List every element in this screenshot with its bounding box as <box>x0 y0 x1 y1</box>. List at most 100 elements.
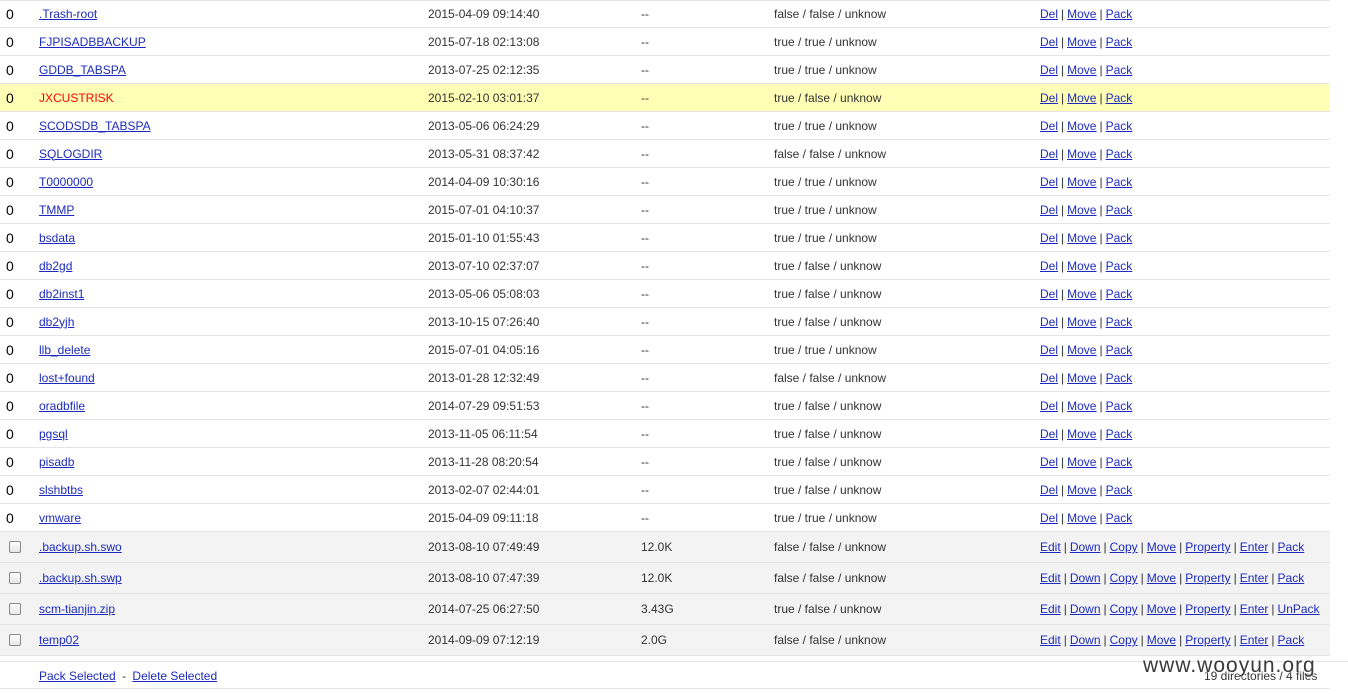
action-edit-link[interactable]: Edit <box>1040 571 1061 585</box>
action-pack-link[interactable]: Pack <box>1106 455 1133 469</box>
file-checkbox[interactable] <box>9 572 21 584</box>
action-del-link[interactable]: Del <box>1040 287 1058 301</box>
action-pack-link[interactable]: Pack <box>1106 119 1133 133</box>
action-move-link[interactable]: Move <box>1147 571 1176 585</box>
action-pack-link[interactable]: Pack <box>1106 399 1133 413</box>
action-copy-link[interactable]: Copy <box>1110 633 1138 647</box>
action-edit-link[interactable]: Edit <box>1040 602 1061 616</box>
action-move-link[interactable]: Move <box>1067 343 1096 357</box>
action-pack-link[interactable]: Pack <box>1106 7 1133 21</box>
directory-name-link[interactable]: SCODSDB_TABSPA <box>39 119 151 133</box>
directory-name-link[interactable]: FJPISADBBACKUP <box>39 35 146 49</box>
action-move-link[interactable]: Move <box>1147 540 1176 554</box>
action-del-link[interactable]: Del <box>1040 427 1058 441</box>
directory-name-link[interactable]: pgsql <box>39 427 68 441</box>
action-pack-link[interactable]: Pack <box>1278 571 1305 585</box>
action-pack-link[interactable]: Pack <box>1106 511 1133 525</box>
action-enter-link[interactable]: Enter <box>1240 571 1269 585</box>
action-enter-link[interactable]: Enter <box>1240 540 1269 554</box>
action-move-link[interactable]: Move <box>1067 63 1096 77</box>
action-pack-link[interactable]: Pack <box>1106 483 1133 497</box>
action-del-link[interactable]: Del <box>1040 63 1058 77</box>
action-move-link[interactable]: Move <box>1067 7 1096 21</box>
action-pack-link[interactable]: Pack <box>1106 231 1133 245</box>
action-property-link[interactable]: Property <box>1185 633 1230 647</box>
action-move-link[interactable]: Move <box>1067 399 1096 413</box>
file-name-link[interactable]: scm-tianjin.zip <box>39 602 115 616</box>
directory-name-link[interactable]: SQLOGDIR <box>39 147 102 161</box>
action-pack-link[interactable]: Pack <box>1278 540 1305 554</box>
directory-name-link[interactable]: db2gd <box>39 259 72 273</box>
action-del-link[interactable]: Del <box>1040 35 1058 49</box>
directory-name-link[interactable]: TMMP <box>39 203 74 217</box>
action-del-link[interactable]: Del <box>1040 147 1058 161</box>
action-del-link[interactable]: Del <box>1040 203 1058 217</box>
action-pack-link[interactable]: Pack <box>1106 259 1133 273</box>
action-pack-link[interactable]: Pack <box>1106 343 1133 357</box>
action-down-link[interactable]: Down <box>1070 571 1101 585</box>
action-pack-link[interactable]: Pack <box>1106 427 1133 441</box>
directory-name-link[interactable]: llb_delete <box>39 343 90 357</box>
action-pack-link[interactable]: Pack <box>1106 147 1133 161</box>
action-pack-link[interactable]: Pack <box>1106 287 1133 301</box>
action-pack-link[interactable]: Pack <box>1106 175 1133 189</box>
directory-name-link[interactable]: bsdata <box>39 231 75 245</box>
action-down-link[interactable]: Down <box>1070 602 1101 616</box>
action-del-link[interactable]: Del <box>1040 511 1058 525</box>
directory-name-link[interactable]: pisadb <box>39 455 74 469</box>
action-del-link[interactable]: Del <box>1040 483 1058 497</box>
action-del-link[interactable]: Del <box>1040 371 1058 385</box>
action-del-link[interactable]: Del <box>1040 343 1058 357</box>
action-move-link[interactable]: Move <box>1067 175 1096 189</box>
directory-name-link[interactable]: slshbtbs <box>39 483 83 497</box>
file-name-link[interactable]: .backup.sh.swp <box>39 571 122 585</box>
action-pack-link[interactable]: Pack <box>1106 63 1133 77</box>
directory-name-link[interactable]: vmware <box>39 511 81 525</box>
action-property-link[interactable]: Property <box>1185 571 1230 585</box>
action-enter-link[interactable]: Enter <box>1240 633 1269 647</box>
directory-name-link[interactable]: db2yjh <box>39 315 74 329</box>
action-del-link[interactable]: Del <box>1040 315 1058 329</box>
action-copy-link[interactable]: Copy <box>1110 540 1138 554</box>
action-del-link[interactable]: Del <box>1040 175 1058 189</box>
action-pack-link[interactable]: Pack <box>1106 315 1133 329</box>
directory-name-link[interactable]: JXCUSTRISK <box>39 91 114 105</box>
action-move-link[interactable]: Move <box>1067 455 1096 469</box>
action-move-link[interactable]: Move <box>1067 231 1096 245</box>
file-checkbox[interactable] <box>9 603 21 615</box>
directory-name-link[interactable]: lost+found <box>39 371 95 385</box>
action-move-link[interactable]: Move <box>1147 602 1176 616</box>
action-down-link[interactable]: Down <box>1070 633 1101 647</box>
action-move-link[interactable]: Move <box>1067 287 1096 301</box>
action-pack-link[interactable]: Pack <box>1278 633 1305 647</box>
action-move-link[interactable]: Move <box>1067 511 1096 525</box>
action-pack-link[interactable]: Pack <box>1106 371 1133 385</box>
action-del-link[interactable]: Del <box>1040 259 1058 273</box>
action-property-link[interactable]: Property <box>1185 540 1230 554</box>
directory-name-link[interactable]: GDDB_TABSPA <box>39 63 126 77</box>
action-pack-link[interactable]: Pack <box>1106 35 1133 49</box>
pack-selected-link[interactable]: Pack Selected <box>39 669 116 683</box>
action-copy-link[interactable]: Copy <box>1110 571 1138 585</box>
action-del-link[interactable]: Del <box>1040 399 1058 413</box>
file-checkbox[interactable] <box>9 634 21 646</box>
action-move-link[interactable]: Move <box>1067 35 1096 49</box>
action-down-link[interactable]: Down <box>1070 540 1101 554</box>
action-del-link[interactable]: Del <box>1040 7 1058 21</box>
action-move-link[interactable]: Move <box>1067 91 1096 105</box>
action-move-link[interactable]: Move <box>1067 315 1096 329</box>
action-move-link[interactable]: Move <box>1067 427 1096 441</box>
file-name-link[interactable]: temp02 <box>39 633 79 647</box>
file-name-link[interactable]: .backup.sh.swo <box>39 540 122 554</box>
action-pack-link[interactable]: Pack <box>1106 203 1133 217</box>
action-enter-link[interactable]: Enter <box>1240 602 1269 616</box>
action-move-link[interactable]: Move <box>1067 259 1096 273</box>
action-move-link[interactable]: Move <box>1067 483 1096 497</box>
action-del-link[interactable]: Del <box>1040 119 1058 133</box>
action-copy-link[interactable]: Copy <box>1110 602 1138 616</box>
delete-selected-link[interactable]: Delete Selected <box>132 669 217 683</box>
action-del-link[interactable]: Del <box>1040 231 1058 245</box>
directory-name-link[interactable]: T0000000 <box>39 175 93 189</box>
directory-name-link[interactable]: db2inst1 <box>39 287 84 301</box>
action-edit-link[interactable]: Edit <box>1040 633 1061 647</box>
